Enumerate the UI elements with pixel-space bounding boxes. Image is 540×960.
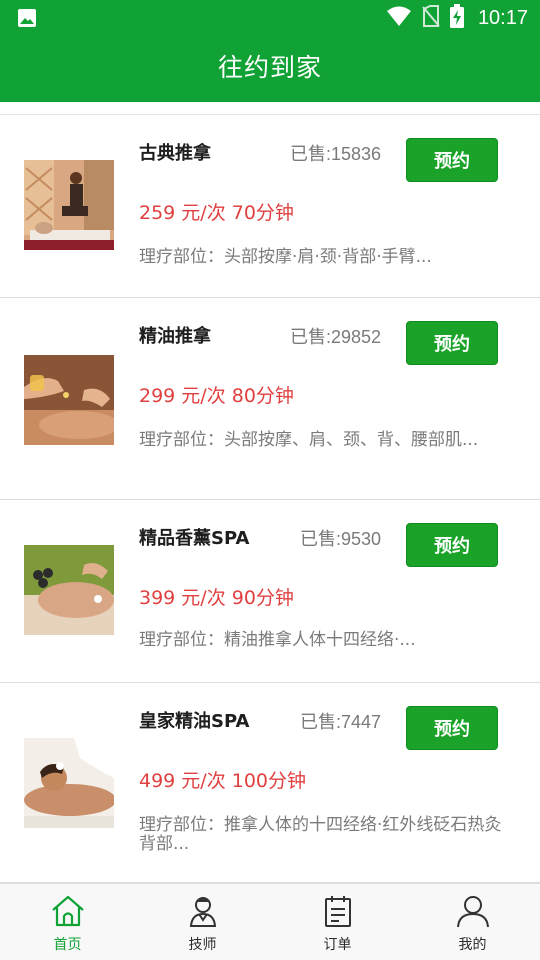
book-button[interactable]: 预约	[406, 138, 498, 182]
service-price: 259 元/次 70分钟	[139, 202, 294, 224]
page-title: 往约到家	[217, 53, 322, 82]
wifi-icon	[386, 5, 412, 31]
tab-label: 我的	[458, 937, 487, 953]
service-card[interactable]: 精品香薰SPA 已售:9530 预约 399 元/次 90分钟 理疗部位：精油推…	[0, 500, 540, 683]
app-header: 10:17 往约到家	[0, 0, 540, 102]
sold-count: 已售:15836	[290, 144, 382, 164]
service-thumbnail	[24, 160, 114, 250]
service-list[interactable]: 古典推拿 已售:15836 预约 259 元/次 70分钟 理疗部位：头部按摩·…	[0, 102, 540, 883]
service-name: 古典推拿	[139, 143, 211, 164]
service-price: 299 元/次 80分钟	[139, 385, 294, 407]
service-thumbnail	[24, 545, 114, 635]
tab-label: 订单	[323, 937, 352, 953]
service-name: 精品香薰SPA	[139, 528, 250, 549]
no-sim-icon	[422, 5, 440, 31]
service-card[interactable]: 精油推拿 已售:29852 预约 299 元/次 80分钟 理疗部位：头部按摩、…	[0, 298, 540, 500]
service-thumbnail	[24, 738, 114, 828]
service-card[interactable]: 皇家精油SPA 已售:7447 预约 499 元/次 100分钟 理疗部位：推拿…	[0, 683, 540, 883]
status-bar: 10:17	[0, 0, 540, 36]
bottom-tab-bar: 首页 技师 订单 我的	[0, 883, 540, 960]
tab-technician[interactable]: 技师	[135, 884, 270, 960]
tab-orders[interactable]: 订单	[270, 884, 405, 960]
tab-profile[interactable]: 我的	[405, 884, 540, 960]
book-button[interactable]: 预约	[406, 321, 498, 365]
tab-home[interactable]: 首页	[0, 884, 135, 960]
sold-count: 已售:9530	[300, 529, 382, 549]
service-price: 499 元/次 100分钟	[139, 770, 307, 792]
gallery-notification-icon	[17, 8, 37, 28]
sold-count: 已售:29852	[290, 327, 382, 347]
service-price: 399 元/次 90分钟	[139, 587, 294, 609]
book-button[interactable]: 预约	[406, 523, 498, 567]
tab-label: 首页	[53, 937, 82, 953]
sold-count: 已售:7447	[300, 712, 382, 732]
service-description: 理疗部位：头部按摩、肩、颈、背、腰部肌...	[139, 430, 479, 450]
service-name: 皇家精油SPA	[139, 711, 250, 732]
clock-time: 10:17	[477, 6, 528, 29]
service-thumbnail	[24, 355, 114, 445]
service-description: 理疗部位：头部按摩·肩·颈·背部·手臂...	[139, 247, 432, 267]
book-button[interactable]: 预约	[406, 706, 498, 750]
service-description: 理疗部位：推拿人体的十四经络·红外线砭石热灸背部...	[139, 815, 502, 854]
battery-charging-icon	[449, 4, 464, 32]
service-card[interactable]: 古典推拿 已售:15836 预约 259 元/次 70分钟 理疗部位：头部按摩·…	[0, 115, 540, 298]
tab-label: 技师	[188, 937, 217, 953]
service-name: 精油推拿	[139, 326, 211, 347]
service-description: 理疗部位：精油推拿人体十四经络·...	[139, 630, 416, 650]
